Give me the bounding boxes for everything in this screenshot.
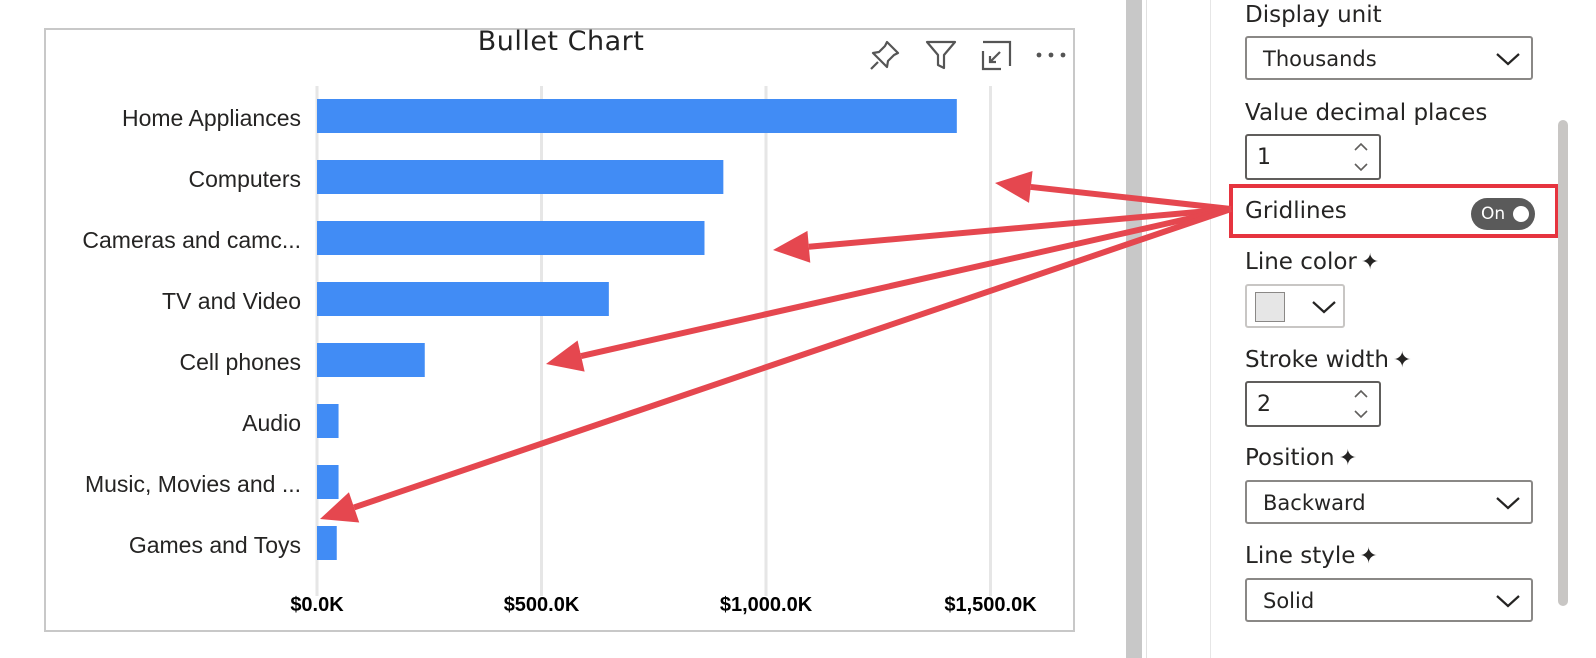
chevron-down-icon bbox=[1496, 595, 1520, 608]
bar[interactable] bbox=[317, 343, 425, 377]
chart-title: Bullet Chart bbox=[477, 26, 645, 57]
category-label: Cell phones bbox=[180, 349, 301, 375]
x-tick-label: $1,000.0K bbox=[720, 594, 813, 616]
position-dropdown[interactable]: Backward bbox=[1245, 480, 1533, 524]
display-unit-dropdown[interactable]: Thousands bbox=[1245, 36, 1533, 80]
stroke-width-label-text: Stroke width bbox=[1245, 347, 1389, 373]
pane-divider bbox=[1146, 0, 1147, 658]
bullet-chart-plot: Home Appliances Computers Cameras and camc… bbox=[82, 86, 1037, 616]
category-label: TV and Video bbox=[162, 288, 301, 314]
stroke-width-input[interactable]: 2 bbox=[1245, 381, 1381, 427]
position-label: Position ✦ bbox=[1245, 445, 1357, 471]
gridlines-label: Gridlines bbox=[1245, 198, 1347, 224]
chevron-down-icon bbox=[1312, 301, 1336, 314]
toggle-knob bbox=[1513, 206, 1529, 222]
toggle-state-text: On bbox=[1481, 204, 1506, 224]
stroke-width-value: 2 bbox=[1257, 392, 1271, 417]
focus-mode-icon[interactable] bbox=[980, 38, 1014, 72]
pin-icon[interactable] bbox=[868, 38, 902, 72]
line-style-label: Line style ✦ bbox=[1245, 543, 1378, 569]
bar[interactable] bbox=[317, 221, 705, 255]
bar[interactable] bbox=[317, 404, 339, 438]
filter-icon[interactable] bbox=[924, 38, 958, 72]
sparkle-icon: ✦ bbox=[1359, 544, 1378, 569]
chevron-down-icon bbox=[1496, 497, 1520, 510]
decimal-places-value: 1 bbox=[1257, 145, 1271, 170]
line-color-label-text: Line color bbox=[1245, 249, 1357, 275]
sparkle-icon: ✦ bbox=[1393, 348, 1412, 373]
color-swatch bbox=[1255, 292, 1285, 322]
position-label-text: Position bbox=[1245, 445, 1335, 471]
category-label: Audio bbox=[242, 410, 301, 436]
sparkle-icon: ✦ bbox=[1338, 446, 1357, 471]
category-label: Computers bbox=[189, 166, 301, 192]
stepper-arrows-icon[interactable] bbox=[1351, 138, 1371, 176]
bar[interactable] bbox=[317, 160, 724, 194]
decimal-places-input[interactable]: 1 bbox=[1245, 134, 1381, 180]
stroke-width-label: Stroke width ✦ bbox=[1245, 347, 1411, 373]
category-label: Cameras and camc... bbox=[82, 227, 301, 253]
sparkle-icon: ✦ bbox=[1360, 250, 1380, 275]
chevron-down-icon bbox=[1496, 53, 1520, 66]
display-unit-label: Display unit bbox=[1245, 2, 1382, 28]
bar[interactable] bbox=[317, 526, 337, 560]
position-value: Backward bbox=[1263, 491, 1366, 515]
category-label: Music, Movies and ... bbox=[85, 471, 301, 497]
stepper-arrows-icon[interactable] bbox=[1351, 385, 1371, 423]
x-tick-label: $1,500.0K bbox=[944, 594, 1037, 616]
line-style-dropdown[interactable]: Solid bbox=[1245, 578, 1533, 622]
pane-resize-gutter[interactable] bbox=[1126, 0, 1142, 658]
display-unit-value: Thousands bbox=[1263, 47, 1377, 71]
pane-inner-divider bbox=[1210, 0, 1211, 658]
category-label: Home Appliances bbox=[122, 105, 301, 131]
line-style-label-text: Line style bbox=[1245, 543, 1356, 569]
bar[interactable] bbox=[317, 465, 339, 499]
more-options-icon[interactable] bbox=[1034, 38, 1068, 72]
bar[interactable] bbox=[317, 99, 957, 133]
line-style-value: Solid bbox=[1263, 589, 1315, 613]
x-tick-label: $500.0K bbox=[504, 594, 580, 616]
bar[interactable] bbox=[317, 282, 609, 316]
x-tick-label: $0.0K bbox=[290, 594, 344, 616]
line-color-picker[interactable] bbox=[1245, 284, 1345, 328]
gridlines-toggle[interactable]: On bbox=[1471, 198, 1535, 230]
format-pane-scrollbar[interactable] bbox=[1558, 120, 1568, 606]
line-color-label: Line color ✦ bbox=[1245, 249, 1379, 275]
category-label: Games and Toys bbox=[129, 532, 301, 558]
decimal-places-label: Value decimal places bbox=[1245, 100, 1488, 126]
